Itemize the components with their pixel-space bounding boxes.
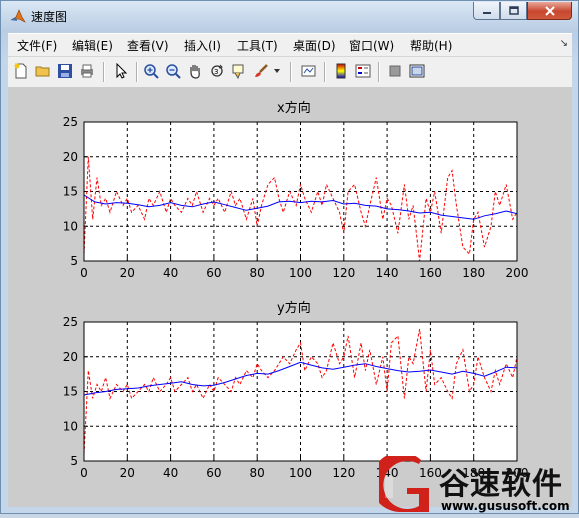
brush-button[interactable] bbox=[252, 62, 270, 80]
legend-icon bbox=[355, 64, 371, 78]
rotate-3d-icon: 3 bbox=[211, 64, 223, 77]
maximize-button[interactable] bbox=[500, 2, 527, 20]
x-tick-label: 20 bbox=[120, 266, 135, 280]
zoom-in-button[interactable] bbox=[142, 62, 160, 80]
menu-file[interactable]: 文件(F) bbox=[17, 37, 57, 54]
menu-window[interactable]: 窗口(W) bbox=[349, 37, 394, 54]
hide-plot-tools-icon bbox=[389, 65, 401, 77]
brush-icon bbox=[255, 64, 268, 77]
window-title: 速度图 bbox=[31, 10, 68, 24]
edit-plot-button[interactable] bbox=[112, 62, 130, 80]
open-folder-icon bbox=[35, 66, 50, 77]
x-tick-label: 20 bbox=[120, 466, 135, 480]
x-tick-label: 0 bbox=[80, 466, 88, 480]
menu-edit[interactable]: 编辑(E) bbox=[72, 37, 113, 54]
show-plot-tools-button[interactable] bbox=[408, 62, 426, 80]
x-tick-label: 180 bbox=[462, 266, 485, 280]
save-button[interactable] bbox=[56, 62, 74, 80]
data-cursor-button[interactable] bbox=[230, 62, 248, 80]
pointer-icon bbox=[116, 63, 128, 79]
save-icon bbox=[58, 64, 72, 78]
figure-window: 速度图 文件(F) 编辑(E) 查看(V) 插入(I) 工具(T) 桌面(D) … bbox=[0, 0, 579, 514]
y-tick-label: 10 bbox=[63, 419, 78, 433]
x-tick-label: 60 bbox=[206, 266, 221, 280]
x-tick-label: 60 bbox=[206, 466, 221, 480]
link-plot-icon bbox=[301, 65, 316, 77]
zoom-in-icon bbox=[144, 64, 159, 79]
watermark-url: www.gususoft.com bbox=[441, 499, 570, 513]
close-button[interactable] bbox=[527, 2, 572, 20]
y-tick-label: 15 bbox=[63, 385, 78, 399]
x-tick-label: 200 bbox=[506, 266, 529, 280]
menu-bar: 文件(F) 编辑(E) 查看(V) 插入(I) 工具(T) 桌面(D) 窗口(W… bbox=[8, 33, 572, 56]
new-file-icon bbox=[14, 63, 27, 79]
open-button[interactable] bbox=[34, 62, 52, 80]
pan-button[interactable] bbox=[186, 62, 204, 80]
hide-plot-tools-button[interactable] bbox=[386, 62, 404, 80]
menu-tools[interactable]: 工具(T) bbox=[237, 37, 278, 54]
menu-view[interactable]: 查看(V) bbox=[127, 37, 169, 54]
x-tick-label: 0 bbox=[80, 266, 88, 280]
y-tick-label: 25 bbox=[63, 115, 78, 129]
y-tick-label: 25 bbox=[63, 315, 78, 329]
y-tick-label: 5 bbox=[70, 254, 78, 268]
menu-desktop[interactable]: 桌面(D) bbox=[293, 37, 336, 54]
brush-dropdown[interactable] bbox=[272, 62, 282, 80]
x-tick-label: 40 bbox=[163, 466, 178, 480]
matlab-icon bbox=[10, 8, 26, 24]
y-tick-label: 10 bbox=[63, 219, 78, 233]
x-tick-label: 160 bbox=[419, 266, 442, 280]
colorbar-button[interactable] bbox=[332, 62, 350, 80]
show-plot-tools-icon bbox=[409, 64, 425, 78]
x-tick-label: 140 bbox=[376, 266, 399, 280]
svg-text:3: 3 bbox=[214, 68, 218, 76]
x-tick-label: 100 bbox=[289, 266, 312, 280]
menu-overflow-icon[interactable]: ↘ bbox=[560, 38, 568, 49]
maximize-icon bbox=[508, 5, 519, 15]
x-tick-label: 100 bbox=[289, 466, 312, 480]
watermark-text: 谷速软件 bbox=[439, 467, 563, 502]
x-tick-label: 80 bbox=[250, 266, 265, 280]
axes-x-direction[interactable]: 0 20 40 60 80 100 120 140 160 180 200 5 10 15 20 25 bbox=[8, 87, 572, 287]
figure-canvas: x方向 0 20 40 60 80 100 120 140 160 180 200 5 10 15 20 25… bbox=[8, 87, 572, 507]
menu-insert[interactable]: 插入(I) bbox=[184, 37, 221, 54]
data-cursor-icon bbox=[232, 64, 244, 79]
chevron-down-icon bbox=[274, 69, 280, 73]
link-plot-button[interactable] bbox=[300, 62, 318, 80]
new-file-button[interactable] bbox=[12, 62, 30, 80]
x-tick-label: 120 bbox=[332, 266, 355, 280]
y-tick-label: 20 bbox=[63, 150, 78, 164]
print-icon bbox=[81, 64, 93, 78]
rotate-button[interactable]: 3 bbox=[208, 62, 226, 80]
menu-help[interactable]: 帮助(H) bbox=[410, 37, 452, 54]
figure-toolbar: 3 bbox=[8, 56, 572, 88]
legend-button[interactable] bbox=[354, 62, 372, 80]
pan-hand-icon bbox=[190, 65, 200, 79]
zoom-out-button[interactable] bbox=[164, 62, 182, 80]
x-tick-label: 40 bbox=[163, 266, 178, 280]
minimize-button[interactable] bbox=[473, 2, 500, 20]
x-tick-label: 120 bbox=[332, 466, 355, 480]
y-tick-label: 5 bbox=[70, 454, 78, 468]
close-icon bbox=[544, 5, 555, 16]
x-tick-label: 80 bbox=[250, 466, 265, 480]
colorbar-icon bbox=[336, 63, 346, 79]
minimize-icon bbox=[482, 11, 491, 14]
title-bar[interactable]: 速度图 bbox=[1, 1, 578, 31]
zoom-out-icon bbox=[166, 64, 181, 79]
y-tick-label: 20 bbox=[63, 350, 78, 364]
print-button[interactable] bbox=[78, 62, 96, 80]
y-tick-label: 15 bbox=[63, 185, 78, 199]
